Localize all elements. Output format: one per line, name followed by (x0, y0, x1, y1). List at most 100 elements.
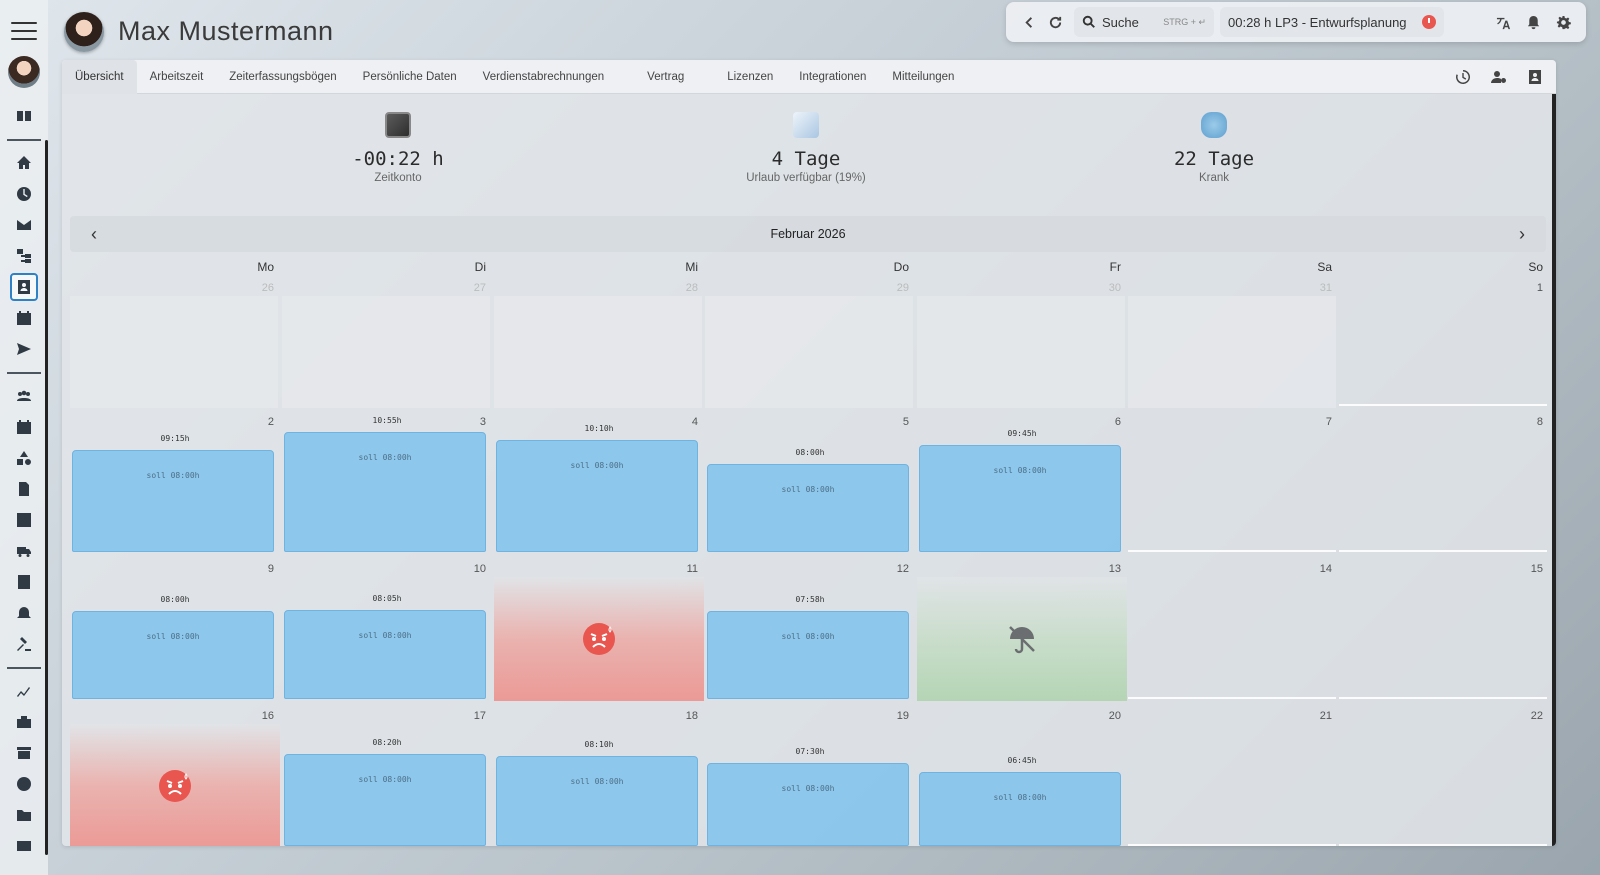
calendar-day-cell[interactable] (70, 296, 278, 408)
tab-lizenzen[interactable]: Lizenzen (714, 60, 786, 94)
weekday-header: Sa (1317, 260, 1332, 274)
day-number: 7 (1325, 416, 1332, 428)
safe-icon (385, 112, 411, 138)
tab-zeiterfassungsboegen[interactable]: Zeiterfassungsbögen (216, 60, 349, 94)
send-icon[interactable] (10, 335, 38, 363)
calendar-day-cell[interactable] (917, 296, 1125, 408)
panel-scrollbar[interactable] (1552, 94, 1556, 846)
tab-uebersicht[interactable]: Übersicht (62, 60, 137, 94)
sidebar-avatar[interactable] (8, 56, 40, 88)
sick-face-icon (157, 768, 193, 804)
archive-icon[interactable] (10, 739, 38, 767)
actual-hours: 08:20h (372, 738, 402, 747)
timer-project: LP3 - Entwurfsplanung (1275, 14, 1407, 30)
list-icon[interactable] (10, 568, 38, 596)
checklist-icon[interactable] (10, 506, 38, 534)
tab-vertrag[interactable]: Vertrag (617, 60, 714, 94)
calendar-day-cell[interactable] (1128, 296, 1336, 408)
dark-mode-icon[interactable] (1460, 9, 1486, 35)
actual-hours: 09:45h (1007, 429, 1037, 438)
day-number: 1 (1536, 282, 1543, 294)
sidebar-divider (7, 139, 41, 141)
time-tracker[interactable]: 00:28 h LP3 - Entwurfsplanung (1220, 7, 1444, 37)
bell-icon[interactable] (1520, 9, 1546, 35)
globe-icon[interactable] (10, 770, 38, 798)
sidebar-scrollbar[interactable] (45, 140, 48, 855)
team-icon[interactable] (10, 382, 38, 410)
history-icon[interactable] (1450, 64, 1476, 90)
calendar-grid-icon[interactable] (10, 413, 38, 441)
day-number: 11 (686, 563, 698, 575)
mail-icon[interactable] (10, 211, 38, 239)
book-icon[interactable] (10, 102, 38, 130)
tab-arbeitszeit[interactable]: Arbeitszeit (137, 60, 217, 94)
calendar-navigation: ‹ Februar 2026 › (70, 216, 1546, 252)
back-icon[interactable] (1016, 9, 1042, 35)
stat-value: 22 Tage (1173, 148, 1255, 170)
translate-icon[interactable] (1490, 9, 1516, 35)
sidebar-divider (7, 667, 41, 669)
shapes-icon[interactable] (10, 444, 38, 472)
actual-hours: 08:05h (372, 594, 402, 603)
work-hours-bar[interactable]: soll 08:00h (72, 611, 274, 699)
sitemap-icon[interactable] (10, 242, 38, 270)
work-hours-bar[interactable]: soll 08:00h (919, 445, 1121, 552)
day-number: 31 (1319, 282, 1332, 294)
day-number: 26 (261, 282, 274, 294)
menu-icon[interactable] (11, 22, 37, 40)
tab-persoenliche-daten[interactable]: Persönliche Daten (350, 60, 470, 94)
next-month-icon[interactable]: › (1512, 224, 1532, 245)
calendar-day-baseline (1128, 697, 1336, 699)
stat-label: Urlaub verfügbar (19%) (746, 172, 866, 184)
target-hours: soll 08:00h (146, 471, 200, 480)
work-hours-bar[interactable]: soll 08:00h (496, 440, 698, 552)
work-hours-bar[interactable]: soll 08:00h (919, 772, 1121, 846)
actual-hours: 09:15h (160, 434, 190, 443)
calendar-icon[interactable] (10, 304, 38, 332)
work-hours-bar[interactable]: soll 08:00h (284, 432, 486, 552)
work-hours-bar[interactable]: soll 08:00h (72, 450, 274, 552)
day-number: 10 (473, 563, 486, 575)
day-number: 17 (473, 710, 486, 722)
document-icon[interactable] (10, 475, 38, 503)
user-settings-icon[interactable] (1486, 64, 1512, 90)
work-hours-bar[interactable]: soll 08:00h (496, 756, 698, 846)
refresh-icon[interactable] (1042, 9, 1068, 35)
clock-icon[interactable] (10, 180, 38, 208)
prev-month-icon[interactable]: ‹ (84, 224, 104, 245)
stopwatch-icon[interactable] (1422, 15, 1436, 29)
contact-icon[interactable] (1522, 64, 1548, 90)
folder-icon[interactable] (10, 801, 38, 829)
work-hours-bar[interactable]: soll 08:00h (284, 754, 486, 846)
truck-icon[interactable] (10, 537, 38, 565)
calendar-day-baseline (1339, 550, 1547, 552)
calendar-day-cell[interactable] (705, 296, 913, 408)
search-input[interactable]: Suche STRG + ↵ (1074, 7, 1214, 37)
calendar-day-cell[interactable] (494, 296, 702, 408)
stat-value: 4 Tage (771, 148, 841, 170)
actual-hours: 07:58h (795, 595, 825, 604)
home-icon[interactable] (10, 149, 38, 177)
alarm-icon[interactable] (10, 599, 38, 627)
work-hours-bar[interactable]: soll 08:00h (707, 763, 909, 846)
settings-icon[interactable] (1550, 9, 1576, 35)
briefcase-icon[interactable] (10, 708, 38, 736)
tab-integrationen[interactable]: Integrationen (786, 60, 879, 94)
gavel-icon[interactable] (10, 630, 38, 658)
tab-verdienstabrechnungen[interactable]: Verdienstabrechnungen (470, 60, 618, 94)
chart-line-icon[interactable] (10, 677, 38, 705)
calendar-day-cell[interactable] (282, 296, 490, 408)
actual-hours: 08:10h (584, 740, 614, 749)
work-hours-bar[interactable]: soll 08:00h (707, 464, 909, 552)
target-hours: soll 08:00h (781, 485, 835, 494)
work-hours-bar[interactable]: soll 08:00h (284, 610, 486, 699)
target-hours: soll 08:00h (570, 777, 624, 786)
day-number: 5 (902, 416, 909, 428)
target-hours: soll 08:00h (781, 784, 835, 793)
contact-card-icon[interactable] (10, 273, 38, 301)
work-hours-bar[interactable]: soll 08:00h (707, 611, 909, 699)
user-avatar[interactable] (64, 12, 104, 52)
tab-mitteilungen[interactable]: Mitteilungen (879, 60, 967, 94)
mail-outline-icon[interactable] (10, 832, 38, 860)
weekday-header: Mi (685, 260, 698, 274)
